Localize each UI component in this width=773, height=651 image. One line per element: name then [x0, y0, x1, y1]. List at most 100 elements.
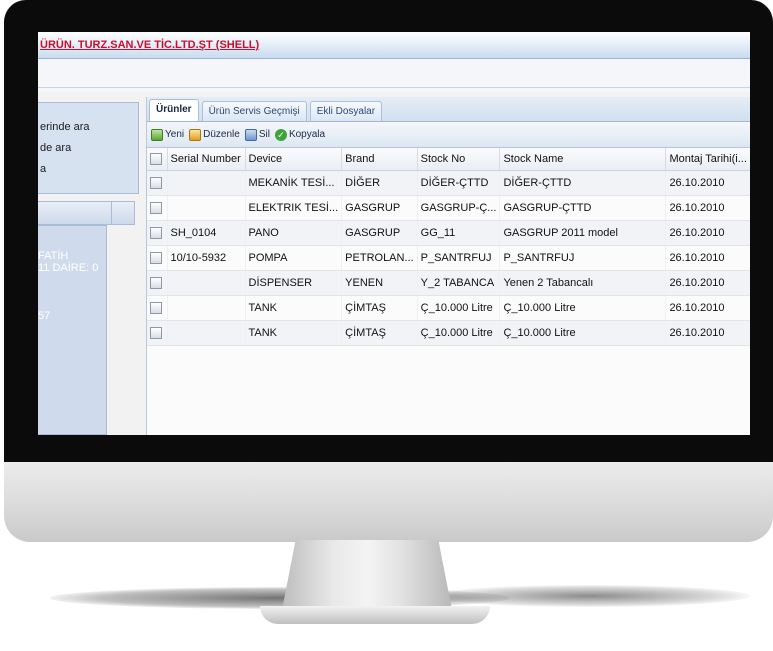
- secondary-bar: [38, 59, 750, 88]
- delete-icon: [244, 128, 257, 141]
- company-title-link[interactable]: ÜRÜN. TURZ.SAN.VE TİC.LTD.ŞT (SHELL): [38, 39, 259, 51]
- cell-stock-name: DİĞER-ÇTTD: [499, 170, 667, 196]
- toolbar: Yeni Düzenle Sil ✓ Kopyala: [147, 122, 750, 148]
- cell-device: ELEKTRIK TESİ...: [245, 195, 343, 221]
- column-header-device[interactable]: Device: [245, 148, 343, 171]
- column-header-brand[interactable]: Brand: [341, 148, 418, 171]
- row-select-cell[interactable]: [147, 320, 168, 346]
- column-header-serial[interactable]: Serial Number: [167, 148, 246, 171]
- search-option-3[interactable]: a: [38, 159, 138, 180]
- cell-device: DİSPENSER: [245, 270, 343, 296]
- tab-attachments[interactable]: Ekli Dosyalar: [309, 101, 383, 121]
- table-header-row: Serial Number Device Brand Stock No Stoc…: [147, 148, 750, 171]
- cell-device: TANK: [245, 320, 343, 346]
- search-option-1[interactable]: erinde ara: [38, 117, 138, 138]
- column-header-install-date[interactable]: Montaj Tarihi(i...: [665, 148, 750, 171]
- cell-install-date: 26.10.2010: [665, 195, 750, 221]
- row-select-cell[interactable]: [147, 195, 168, 221]
- row-checkbox[interactable]: [150, 302, 162, 315]
- cell-stock-no: GASGRUP-Ç...: [417, 195, 501, 221]
- new-button[interactable]: Yeni: [151, 128, 185, 141]
- cell-device: POMPA: [245, 245, 343, 271]
- cell-serial: [167, 195, 246, 221]
- delete-button[interactable]: Sil: [244, 128, 270, 141]
- row-checkbox[interactable]: [150, 252, 162, 265]
- cell-serial: 10/10-5932: [167, 245, 246, 271]
- column-header-stock-no[interactable]: Stock No: [417, 148, 501, 171]
- cell-install-date: 26.10.2010: [665, 270, 750, 296]
- cell-stock-name: Ç_10.000 Litre: [499, 320, 667, 346]
- edit-button[interactable]: Düzenle: [189, 128, 240, 141]
- left-panel-header: [38, 201, 135, 225]
- row-checkbox[interactable]: [150, 177, 162, 190]
- products-panel: Ürünler Ürün Servis Geçmişi Ekli Dosyala…: [146, 97, 750, 435]
- cell-serial: [167, 270, 246, 296]
- row-checkbox[interactable]: [150, 227, 162, 240]
- new-label: Yeni: [165, 129, 185, 140]
- edit-icon: [189, 128, 202, 141]
- search-options-panel: erinde ara de ara a: [38, 102, 139, 194]
- cell-brand: GASGRUP: [341, 195, 418, 221]
- customer-detail-panel: FATİH 11 DAİRE: 0 57: [38, 225, 107, 435]
- products-table: Serial Number Device Brand Stock No Stoc…: [147, 148, 750, 346]
- table-row[interactable]: TANK ÇİMTAŞ Ç_10.000 Litre Ç_10.000 Litr…: [147, 320, 750, 346]
- table-row[interactable]: 10/10-5932 POMPA PETROLAN... P_SANTRFUJ …: [147, 245, 750, 271]
- cell-stock-no: Ç_10.000 Litre: [417, 295, 501, 321]
- table-row[interactable]: ELEKTRIK TESİ... GASGRUP GASGRUP-Ç... GA…: [147, 195, 750, 221]
- table-row[interactable]: DİSPENSER YENEN Y_2 TABANCA Yenen 2 Taba…: [147, 270, 750, 296]
- cell-brand: YENEN: [341, 270, 418, 296]
- cell-brand: PETROLAN...: [341, 245, 418, 271]
- table-row[interactable]: SH_0104 PANO GASGRUP GG_11 GASGRUP 2011 …: [147, 220, 750, 246]
- cell-install-date: 26.10.2010: [665, 320, 750, 346]
- cell-stock-name: GASGRUP 2011 model: [499, 220, 667, 246]
- cell-stock-no: P_SANTRFUJ: [417, 245, 501, 271]
- cell-stock-name: GASGRUP-ÇTTD: [499, 195, 667, 221]
- cell-brand: GASGRUP: [341, 220, 418, 246]
- delete-label: Sil: [258, 129, 270, 140]
- row-select-cell[interactable]: [147, 295, 168, 321]
- row-select-cell[interactable]: [147, 170, 168, 196]
- cell-stock-name: P_SANTRFUJ: [499, 245, 667, 271]
- cell-install-date: 26.10.2010: [665, 220, 750, 246]
- select-all-cell[interactable]: [147, 148, 168, 171]
- edit-label: Düzenle: [203, 129, 240, 140]
- monitor-stand: [282, 540, 452, 610]
- cell-device: TANK: [245, 295, 343, 321]
- tab-service-history[interactable]: Ürün Servis Geçmişi: [201, 101, 307, 121]
- row-select-cell[interactable]: [147, 245, 168, 271]
- row-checkbox[interactable]: [150, 277, 162, 290]
- cell-device: PANO: [245, 220, 343, 246]
- row-checkbox[interactable]: [150, 202, 162, 215]
- tab-strip: Ürünler Ürün Servis Geçmişi Ekli Dosyala…: [147, 97, 750, 122]
- cell-serial: [167, 170, 246, 196]
- cell-stock-name: Ç_10.000 Litre: [499, 295, 667, 321]
- column-header-stock-name[interactable]: Stock Name: [499, 148, 667, 171]
- row-checkbox[interactable]: [150, 327, 162, 340]
- title-bar: ÜRÜN. TURZ.SAN.VE TİC.LTD.ŞT (SHELL): [38, 32, 750, 59]
- cell-serial: [167, 320, 246, 346]
- detail-line-1: FATİH: [38, 250, 69, 262]
- check-circle-icon: ✓: [274, 128, 287, 141]
- screen: ÜRÜN. TURZ.SAN.VE TİC.LTD.ŞT (SHELL) eri…: [38, 32, 750, 435]
- monitor-chin: [4, 462, 773, 542]
- cell-stock-no: GG_11: [417, 220, 501, 246]
- table-row[interactable]: MEKANİK TESİ... DİĞER DİĞER-ÇTTD DİĞER-Ç…: [147, 170, 750, 196]
- cell-install-date: 26.10.2010: [665, 295, 750, 321]
- table-row[interactable]: TANK ÇİMTAŞ Ç_10.000 Litre Ç_10.000 Litr…: [147, 295, 750, 321]
- row-select-cell[interactable]: [147, 220, 168, 246]
- cell-install-date: 26.10.2010: [665, 245, 750, 271]
- cell-stock-no: Y_2 TABANCA: [417, 270, 501, 296]
- row-select-cell[interactable]: [147, 270, 168, 296]
- left-panel-header-button[interactable]: [111, 202, 134, 224]
- search-option-2[interactable]: de ara: [38, 138, 138, 159]
- cell-serial: [167, 295, 246, 321]
- tab-products[interactable]: Ürünler: [149, 99, 199, 121]
- content-area: erinde ara de ara a FATİH 11 DAİRE: 0 57…: [38, 92, 750, 435]
- select-all-checkbox[interactable]: [150, 153, 162, 166]
- new-icon: [151, 128, 163, 141]
- cell-brand: DİĞER: [341, 170, 418, 196]
- cell-serial: SH_0104: [167, 220, 246, 246]
- copy-button[interactable]: ✓ Kopyala: [274, 128, 325, 141]
- cell-stock-name: Yenen 2 Tabancalı: [499, 270, 667, 296]
- cell-stock-no: Ç_10.000 Litre: [417, 320, 501, 346]
